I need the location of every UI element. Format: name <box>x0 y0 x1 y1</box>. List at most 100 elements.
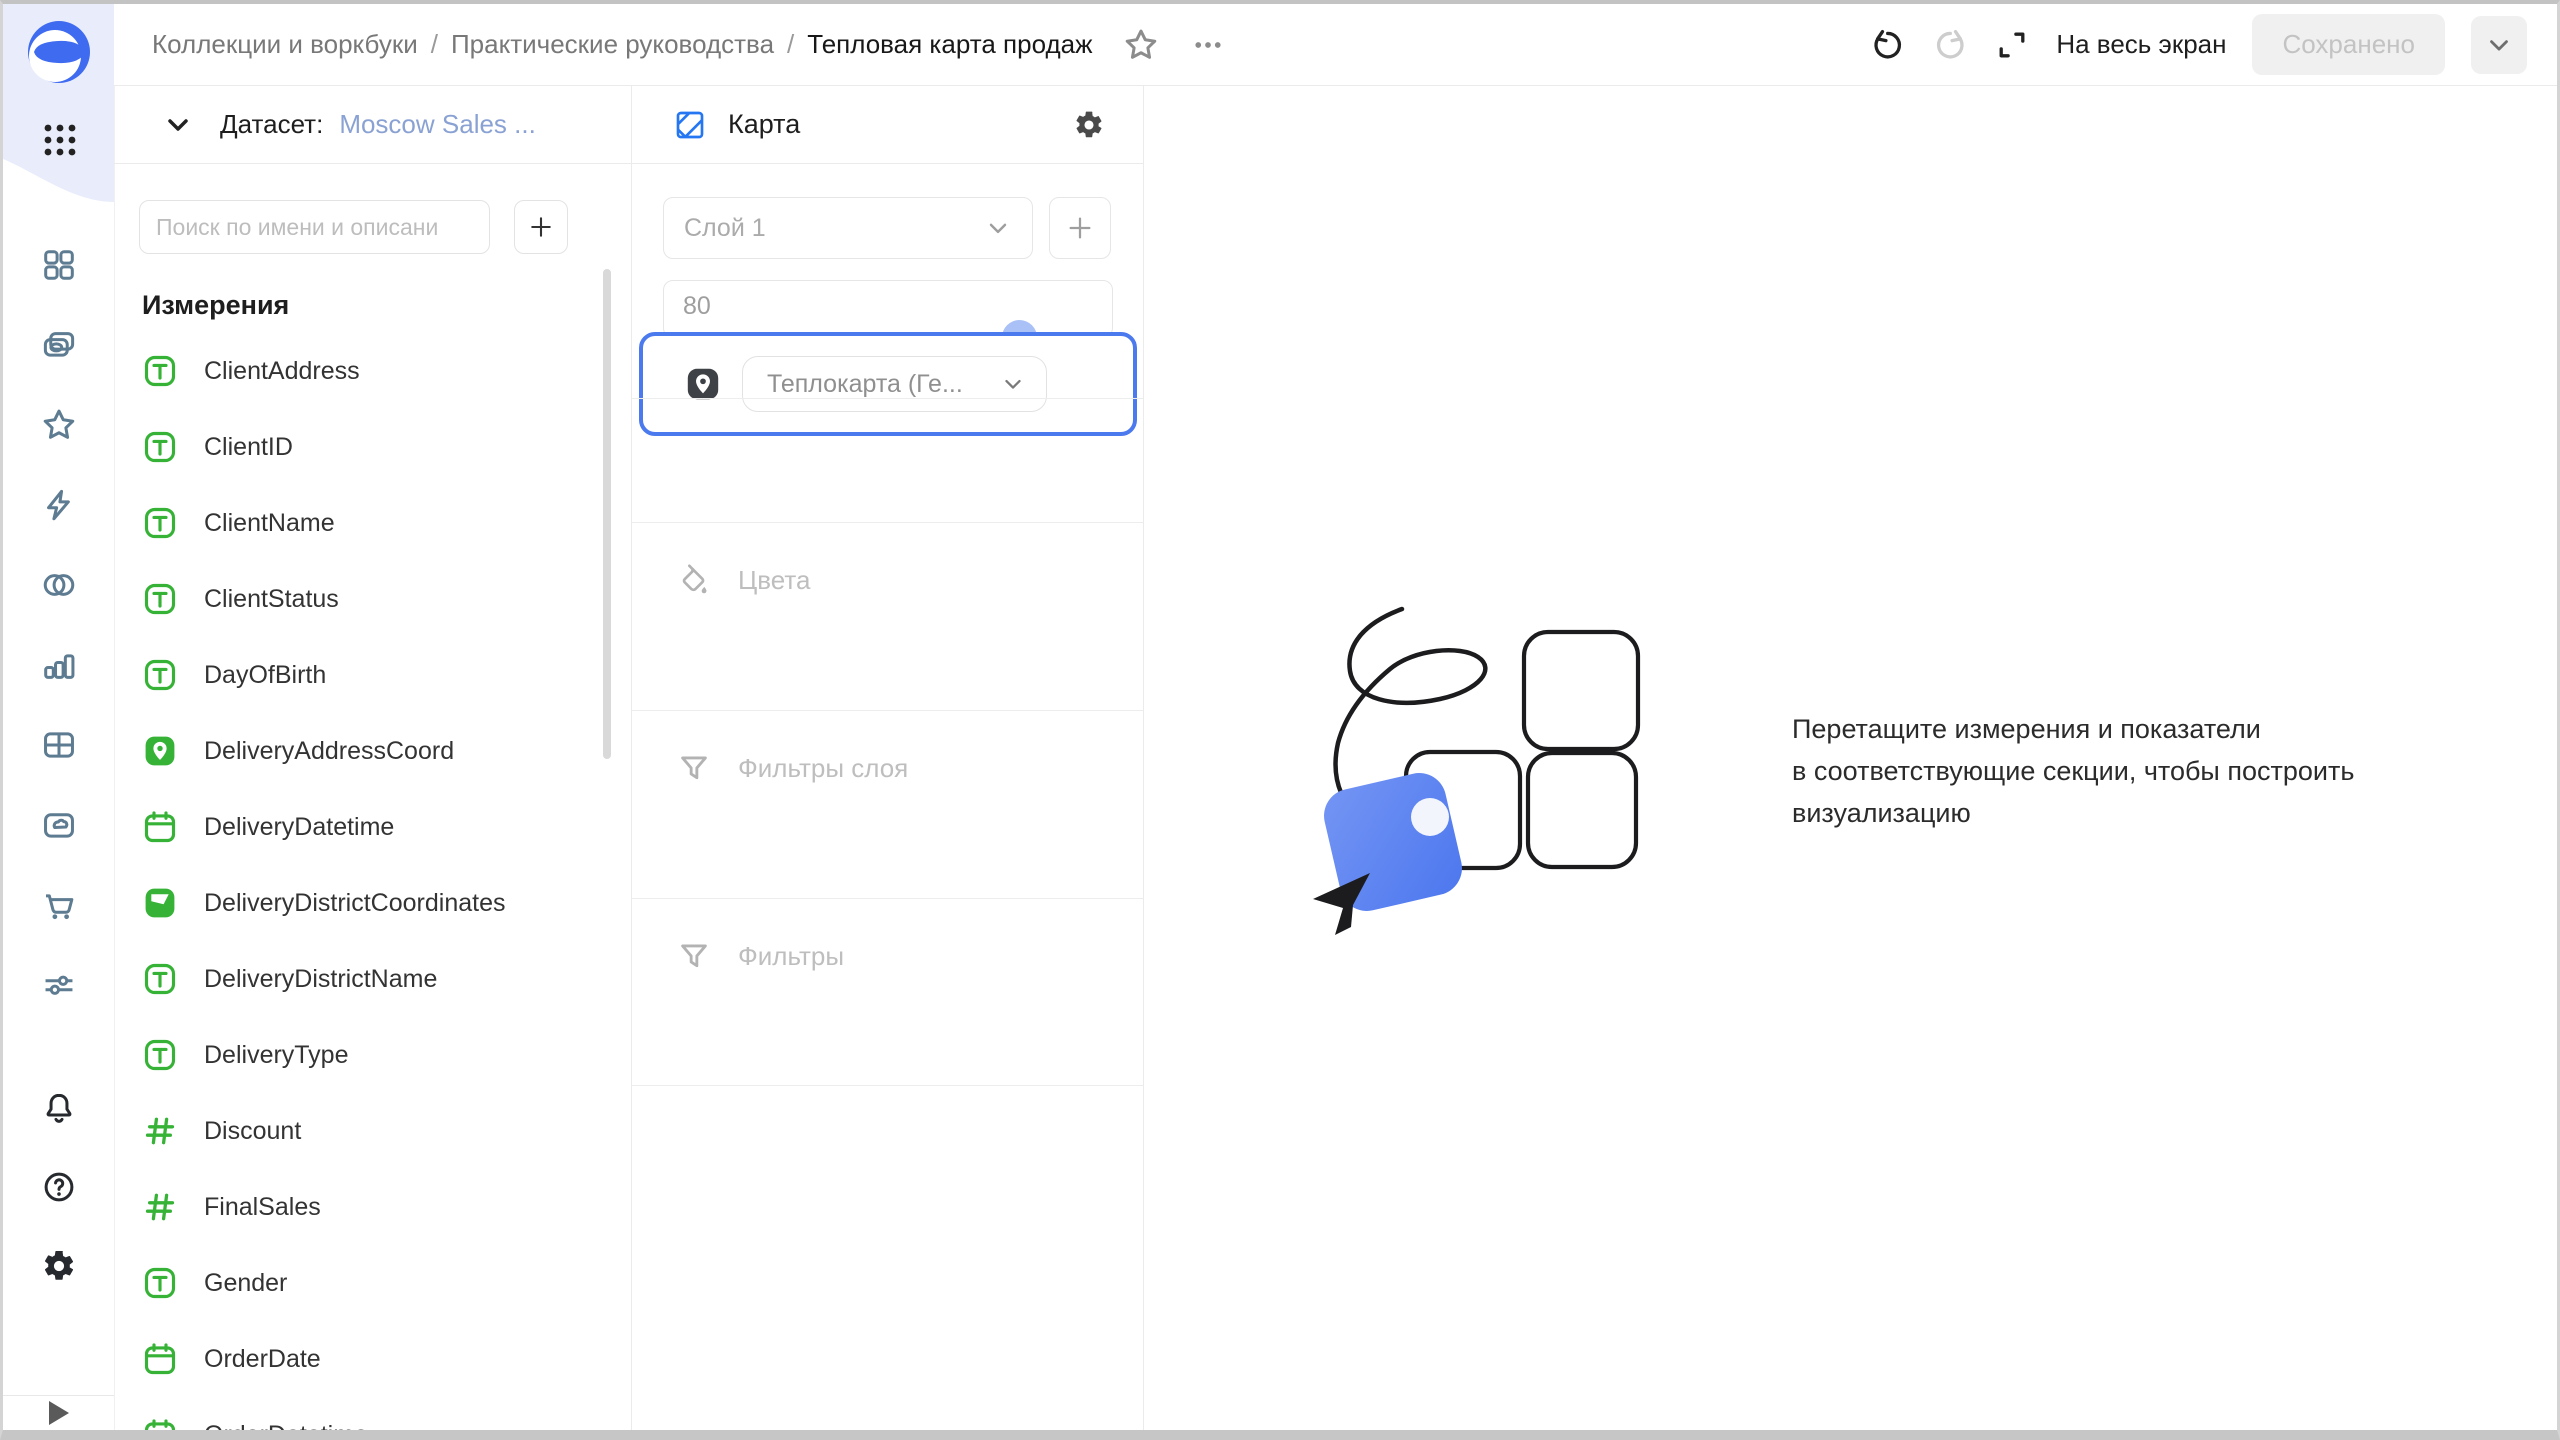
breadcrumb-link[interactable]: Тепловая карта продаж <box>807 29 1092 60</box>
field-type-icon <box>142 1341 178 1377</box>
dataset-header: Датасет: Moscow Sales ... <box>114 86 631 164</box>
field-type-icon <box>142 505 178 541</box>
top-bar: Коллекции и воркбуки / Практические руко… <box>114 4 2557 86</box>
field-name: DeliveryType <box>204 1040 349 1069</box>
field-name: OrderDatetime <box>204 1420 368 1440</box>
field-type-icon <box>142 733 178 769</box>
field-row[interactable]: OrderDatetime <box>139 1397 631 1440</box>
field-name: OrderDate <box>204 1344 321 1373</box>
field-row[interactable]: DayOfBirth <box>139 637 631 713</box>
field-row[interactable]: DeliveryDatetime <box>139 789 631 865</box>
chevron-down-icon <box>1005 379 1021 389</box>
dataset-link[interactable]: Moscow Sales ... <box>339 109 536 140</box>
sidebar-nav-item[interactable] <box>3 465 114 545</box>
breadcrumb-link[interactable]: Коллекции и воркбуки <box>152 29 418 60</box>
field-row[interactable]: DeliveryDistrictCoordinates <box>139 865 631 941</box>
breadcrumb-link[interactable]: Практические руководства <box>451 29 774 60</box>
favorite-star-icon[interactable] <box>1122 26 1160 64</box>
geopoint-field-type-icon <box>145 736 175 766</box>
fullscreen-icon[interactable] <box>1994 27 2030 63</box>
sidebar-nav-item[interactable] <box>3 305 114 385</box>
field-row[interactable]: ClientName <box>139 485 631 561</box>
field-row[interactable]: DeliveryType <box>139 1017 631 1093</box>
content-area: Датасет: Moscow Sales ... Измерения Clie… <box>114 86 2557 1430</box>
breadcrumb-item: Коллекции и воркбуки / <box>152 29 451 60</box>
breadcrumb-item: Тепловая карта продаж / <box>807 29 1092 60</box>
drop-section[interactable]: Фильтры слоя <box>632 710 1143 898</box>
sidebar-nav-item[interactable] <box>3 625 114 705</box>
undo-icon[interactable] <box>1870 27 1906 63</box>
field-name: DeliveryDistrictCoordinates <box>204 888 506 917</box>
empty-state-text-line: в соответствующие секции, чтобы построит… <box>1792 756 2355 786</box>
breadcrumb-separator: / <box>787 29 795 59</box>
add-field-button[interactable] <box>514 200 568 254</box>
field-type-icon <box>142 809 178 845</box>
more-options-icon[interactable] <box>1190 27 1226 63</box>
chevron-down-icon <box>989 223 1007 234</box>
field-row[interactable]: FinalSales <box>139 1169 631 1245</box>
field-row[interactable]: ClientID <box>139 409 631 485</box>
cloud-folder-icon <box>43 813 74 838</box>
field-row[interactable]: DeliveryAddressCoord <box>139 713 631 789</box>
bell-icon <box>46 1093 71 1123</box>
redo-icon[interactable] <box>1932 27 1968 63</box>
field-row[interactable]: ClientAddress <box>139 333 631 409</box>
sidebar-nav-item[interactable] <box>3 545 114 625</box>
chevron-down-icon <box>2490 39 2508 50</box>
field-row[interactable]: Discount <box>139 1093 631 1169</box>
sidebar-utility-item[interactable] <box>3 1147 114 1226</box>
field-name: ClientName <box>204 508 335 537</box>
add-layer-button[interactable] <box>1049 197 1111 259</box>
field-name: Discount <box>204 1116 302 1145</box>
sidebar-nav-item[interactable] <box>3 945 114 1025</box>
search-input[interactable] <box>139 200 490 254</box>
field-type-icon <box>142 429 178 465</box>
save-button[interactable]: Сохранено <box>2252 14 2445 75</box>
sidebar-nav-item[interactable] <box>3 865 114 945</box>
field-row[interactable]: OrderDate <box>139 1321 631 1397</box>
search-row <box>139 200 631 254</box>
top-bar-actions: На весь экран Сохранено <box>1870 14 2527 75</box>
drop-section[interactable]: Фильтры <box>632 898 1143 1086</box>
layer-select[interactable]: Слой 1 <box>663 197 1033 259</box>
viz-type-select[interactable]: Теплокарта (Ге... <box>742 356 1047 412</box>
section-label: Фильтры <box>738 941 845 971</box>
breadcrumb-separator: / <box>430 29 438 59</box>
sidebar-nav-item[interactable] <box>3 225 114 305</box>
visualization-title[interactable]: Карта <box>728 109 800 140</box>
layer-select-value: Слой 1 <box>684 213 766 242</box>
scrollbar-thumb[interactable] <box>603 269 611 759</box>
text-field-type-icon <box>144 1039 176 1071</box>
sidebar-expand-button[interactable] <box>3 1395 114 1430</box>
star-icon <box>43 409 74 439</box>
field-list: ClientAddress ClientID ClientName Client… <box>139 333 631 1440</box>
field-row[interactable]: Gender <box>139 1245 631 1321</box>
dataset-label: Датасет: <box>220 109 324 139</box>
geopolygon-field-type-icon <box>145 888 175 918</box>
section-label: Фильтры слоя <box>738 753 909 783</box>
funnel-icon <box>681 756 707 780</box>
field-name: DeliveryAddressCoord <box>204 736 455 765</box>
empty-state-text-line: визуализацию <box>1792 798 1971 828</box>
field-row[interactable]: ClientStatus <box>139 561 631 637</box>
map-settings-gear-icon[interactable] <box>1073 109 1105 141</box>
save-menu-button[interactable] <box>2471 15 2527 74</box>
sidebar-utility-item[interactable] <box>3 1226 114 1305</box>
collapse-chevron-icon[interactable] <box>162 109 194 141</box>
fullscreen-label[interactable]: На весь экран <box>2056 29 2226 60</box>
drop-section[interactable]: Цвета <box>632 522 1143 710</box>
sidebar-nav-item[interactable] <box>3 705 114 785</box>
sidebar-nav-item[interactable] <box>3 785 114 865</box>
apps-grid-icon[interactable] <box>40 120 80 160</box>
field-row[interactable]: DeliveryDistrictName <box>139 941 631 1017</box>
datalens-logo[interactable] <box>27 20 91 84</box>
sidebar-nav-item[interactable] <box>3 385 114 465</box>
viz-type-section-highlighted: Теплокарта (Ге... <box>639 332 1137 436</box>
layer-opacity-box <box>663 280 1113 338</box>
section-icon <box>676 563 712 599</box>
sidebar-utility-item[interactable] <box>3 1068 114 1147</box>
text-field-type-icon <box>144 583 176 615</box>
collections-icon <box>43 332 74 357</box>
grid-square-bottom-right <box>1525 750 1639 870</box>
field-name: FinalSales <box>204 1192 321 1221</box>
